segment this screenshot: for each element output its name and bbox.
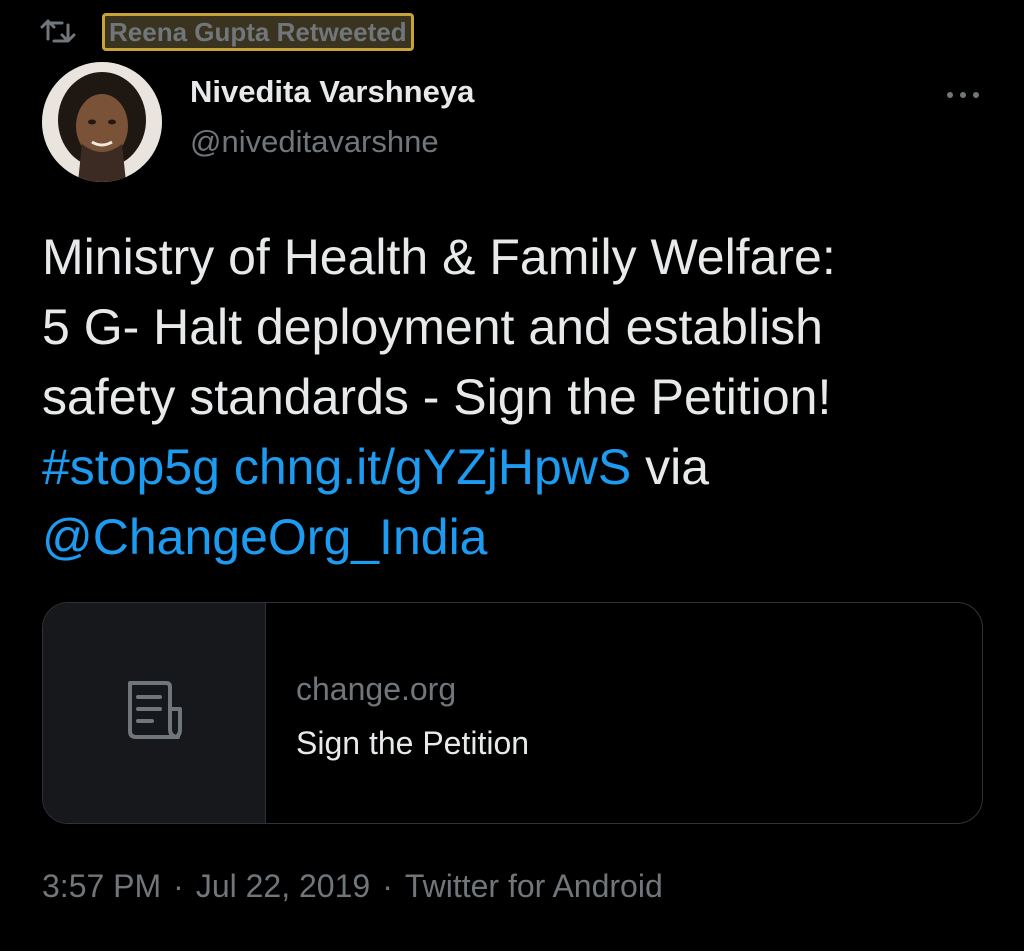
meta-separator: · <box>173 868 184 904</box>
mention-link[interactable]: @ChangeOrg_India <box>42 509 487 565</box>
tweet-source[interactable]: Twitter for Android <box>405 868 663 905</box>
retweet-label[interactable]: Reena Gupta Retweeted <box>102 13 414 51</box>
card-title: Sign the Petition <box>296 725 530 761</box>
tweet-line: 5 G- Halt deployment and establish <box>42 299 823 355</box>
card-body: change.org Sign the Petition <box>266 603 982 823</box>
tweet-metadata: 3:57 PM · Jul 22, 2019 · Twitter for And… <box>42 868 663 905</box>
author-handle[interactable]: @niveditavarshne <box>190 124 439 160</box>
via-text: via <box>645 439 710 495</box>
tweet-line: #stop5g chng.it/gYZjHpwS via <box>42 432 992 502</box>
tweet-line: @ChangeOrg_India <box>42 502 992 572</box>
tweet-line: safety standards - Sign the Petition! <box>42 369 832 425</box>
more-horizontal-icon <box>946 86 980 104</box>
short-url-link[interactable]: chng.it/gYZjHpwS <box>234 439 631 495</box>
link-preview-card[interactable]: change.org Sign the Petition <box>42 602 983 824</box>
retweet-context: Reena Gupta Retweeted <box>40 12 414 52</box>
author-display-name[interactable]: Nivedita Varshneya <box>190 74 474 110</box>
hashtag-link[interactable]: #stop5g <box>42 439 220 495</box>
tweet-text: Ministry of Health & Family Welfare: 5 G… <box>42 222 992 572</box>
document-icon <box>122 679 186 748</box>
more-options-button[interactable] <box>940 80 986 110</box>
avatar[interactable] <box>42 62 162 182</box>
meta-separator: · <box>382 868 393 904</box>
tweet-date[interactable]: Jul 22, 2019 <box>196 868 370 905</box>
tweet-line: Ministry of Health & Family Welfare: <box>42 229 836 285</box>
card-thumbnail <box>43 603 266 823</box>
card-domain: change.org <box>296 671 457 707</box>
retweet-icon <box>40 14 80 50</box>
tweet-time[interactable]: 3:57 PM <box>42 868 161 905</box>
